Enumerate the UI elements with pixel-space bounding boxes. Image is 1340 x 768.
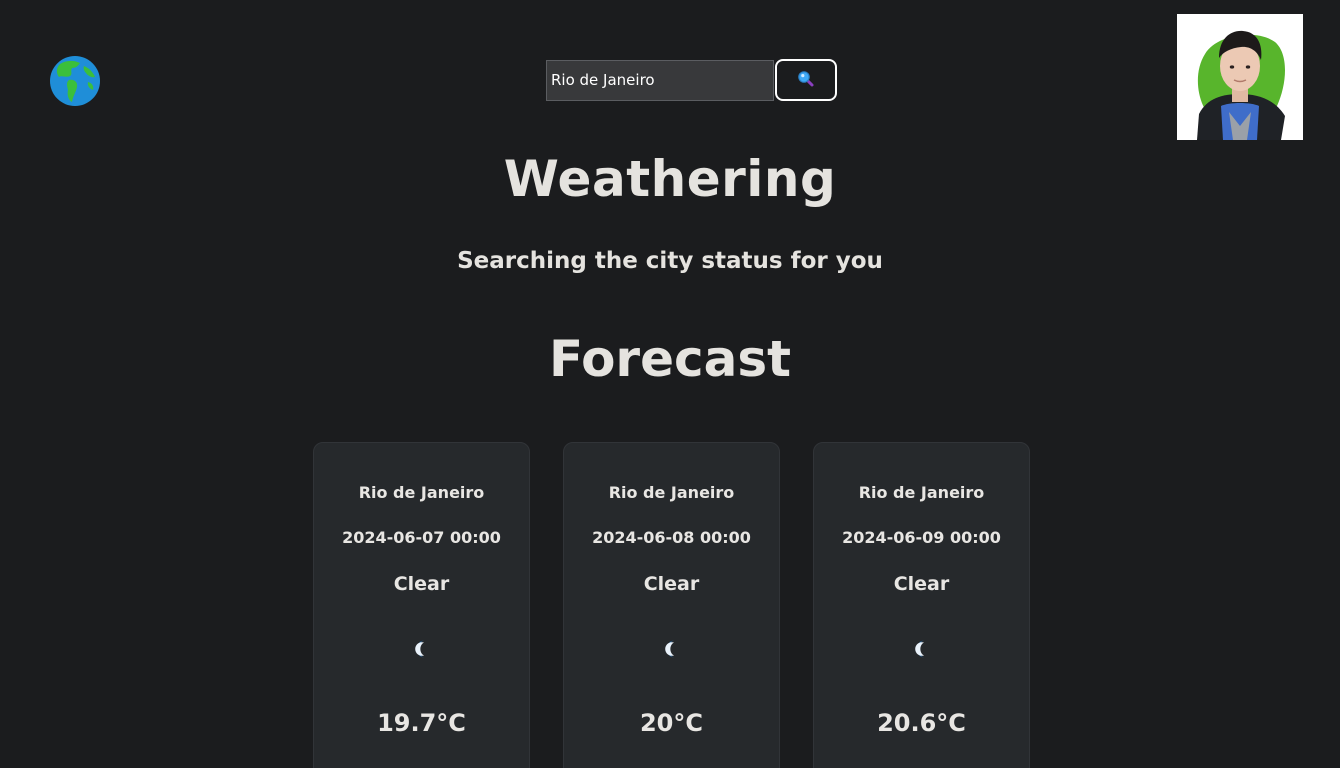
- forecast-card: Rio de Janeiro 2024-06-08 00:00 Clear 20…: [563, 442, 780, 768]
- card-datetime: 2024-06-07 00:00: [342, 528, 501, 547]
- card-condition: Clear: [893, 573, 950, 595]
- page-subtitle: Searching the city status for you: [457, 248, 883, 274]
- card-datetime: 2024-06-09 00:00: [842, 528, 1001, 547]
- forecast-card: Rio de Janeiro 2024-06-09 00:00 Clear 20…: [813, 442, 1030, 768]
- card-city: Rio de Janeiro: [608, 483, 735, 502]
- magnifying-glass-icon: [797, 70, 815, 91]
- card-temperature: 19.7°C: [377, 709, 466, 737]
- search-button[interactable]: [775, 59, 837, 101]
- crescent-moon-icon: [412, 639, 432, 659]
- card-city: Rio de Janeiro: [858, 483, 985, 502]
- forecast-card-list: Rio de Janeiro 2024-06-07 00:00 Clear 19…: [313, 442, 1030, 768]
- card-temperature: 20°C: [639, 709, 703, 737]
- search-bar: [546, 59, 837, 101]
- card-city: Rio de Janeiro: [358, 483, 485, 502]
- card-condition: Clear: [643, 573, 700, 595]
- crescent-moon-icon: [662, 639, 682, 659]
- crescent-moon-icon: [912, 639, 932, 659]
- forecast-card: Rio de Janeiro 2024-06-07 00:00 Clear 19…: [313, 442, 530, 768]
- forecast-heading: Forecast: [548, 330, 792, 388]
- weather-page: Weathering Searching the city status for…: [0, 0, 1340, 768]
- avatar[interactable]: [1177, 14, 1303, 140]
- search-input[interactable]: [546, 59, 774, 101]
- card-temperature: 20.6°C: [877, 709, 966, 737]
- globe-americas-icon: [50, 56, 100, 106]
- card-datetime: 2024-06-08 00:00: [592, 528, 751, 547]
- card-condition: Clear: [393, 573, 450, 595]
- page-title: Weathering: [503, 150, 837, 208]
